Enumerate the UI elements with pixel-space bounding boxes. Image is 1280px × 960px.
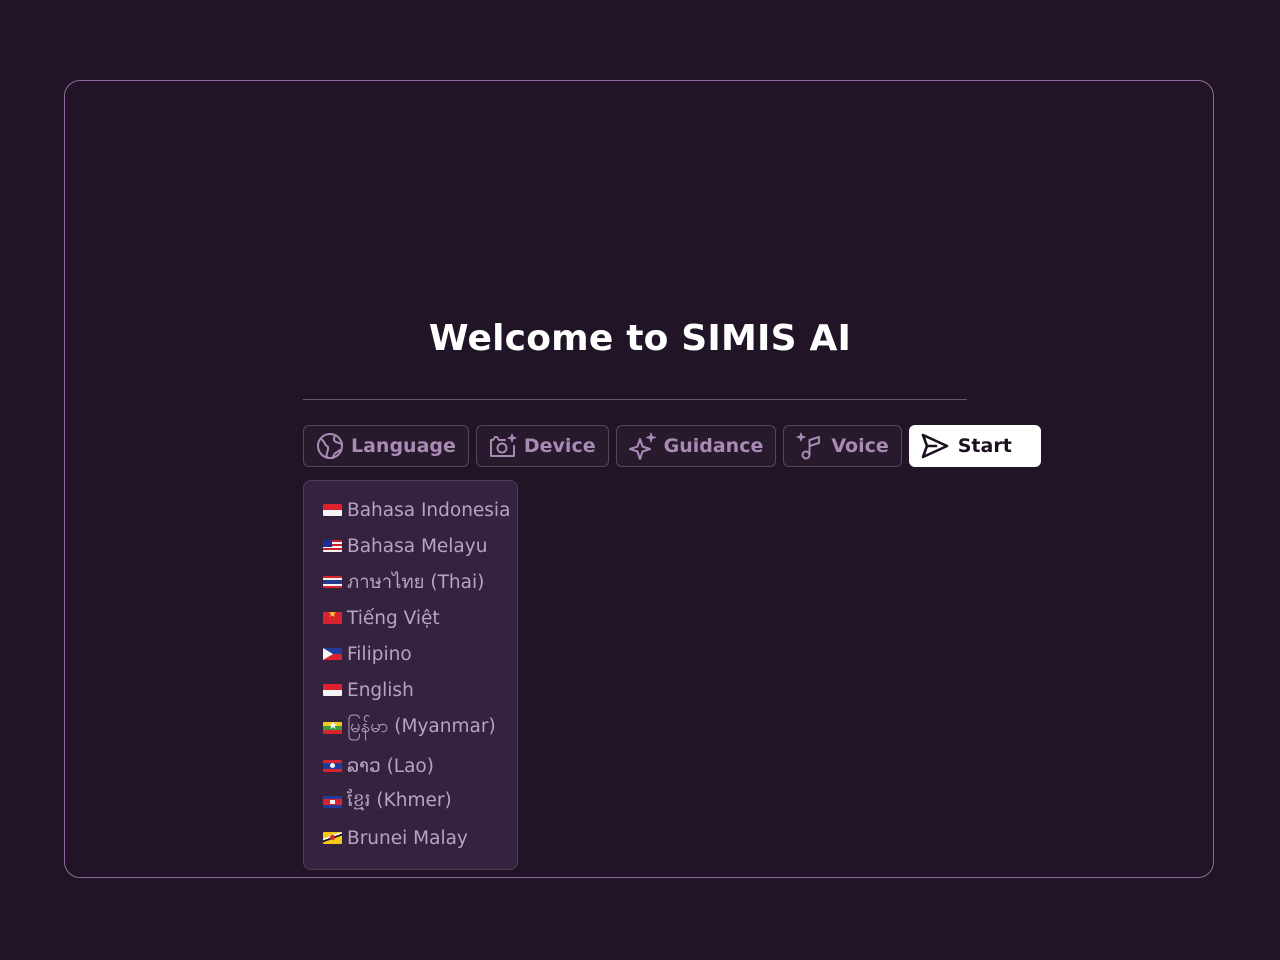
device-button[interactable]: Device: [475, 425, 609, 467]
divider: [303, 399, 967, 400]
flag-malaysia-icon: [323, 540, 342, 552]
language-option-label: Bahasa Indonesia: [347, 499, 511, 521]
toolbar: Language Device Guidance Voice Start: [303, 425, 1041, 467]
language-option-label: ខ្មែរ (Khmer): [347, 789, 452, 811]
music-note-sparkle-icon: [795, 431, 825, 461]
language-option-english[interactable]: English: [304, 672, 517, 708]
start-button[interactable]: Start: [908, 425, 1041, 467]
device-button-label: Device: [523, 435, 596, 457]
language-button[interactable]: Language: [303, 425, 469, 467]
flag-laos-icon: [323, 760, 342, 772]
sparkle-icon: [628, 431, 658, 461]
start-button-label: Start: [957, 435, 1012, 457]
language-option-myanmar[interactable]: မြန်မာ (Myanmar): [304, 708, 517, 748]
page-title: Welcome to SIMIS AI: [428, 318, 852, 359]
language-option-label: ภาษาไทย (Thai): [347, 571, 485, 593]
flag-thailand-icon: [323, 576, 342, 588]
language-option-lao[interactable]: ລາວ (Lao): [304, 748, 517, 784]
voice-button-label: Voice: [831, 435, 889, 457]
main-frame: [64, 80, 1214, 878]
flag-singapore-icon: [323, 684, 342, 696]
flag-cambodia-icon: [323, 796, 342, 808]
language-option-label: Bahasa Melayu: [347, 535, 488, 557]
voice-button[interactable]: Voice: [783, 425, 902, 467]
guidance-button[interactable]: Guidance: [615, 425, 777, 467]
language-button-label: Language: [351, 435, 456, 457]
language-dropdown: Bahasa Indonesia Bahasa Melayu ภาษาไทย (…: [303, 480, 518, 870]
flag-brunei-icon: [323, 832, 342, 844]
language-option-label: မြန်မာ (Myanmar): [347, 715, 496, 737]
flag-vietnam-icon: [323, 612, 342, 624]
camera-sparkle-icon: [488, 431, 518, 461]
language-option-thai[interactable]: ภาษาไทย (Thai): [304, 564, 517, 600]
guidance-button-label: Guidance: [663, 435, 764, 457]
send-icon: [920, 431, 950, 461]
flag-myanmar-icon: [323, 722, 342, 734]
language-option-indonesian[interactable]: Bahasa Indonesia: [304, 492, 517, 528]
language-option-brunei-malay[interactable]: Brunei Malay: [304, 820, 517, 856]
language-option-label: Tiếng Việt: [347, 607, 440, 629]
language-option-label: English: [347, 679, 414, 701]
language-option-vietnamese[interactable]: Tiếng Việt: [304, 600, 517, 636]
language-option-label: Filipino: [347, 643, 412, 665]
language-option-filipino[interactable]: Filipino: [304, 636, 517, 672]
language-option-label: ລາວ (Lao): [347, 755, 434, 777]
language-option-malay[interactable]: Bahasa Melayu: [304, 528, 517, 564]
flag-philippines-icon: [323, 648, 342, 660]
globe-icon: [315, 431, 345, 461]
flag-indonesia-icon: [323, 504, 342, 516]
language-option-khmer[interactable]: ខ្មែរ (Khmer): [304, 784, 517, 820]
language-option-label: Brunei Malay: [347, 827, 468, 849]
